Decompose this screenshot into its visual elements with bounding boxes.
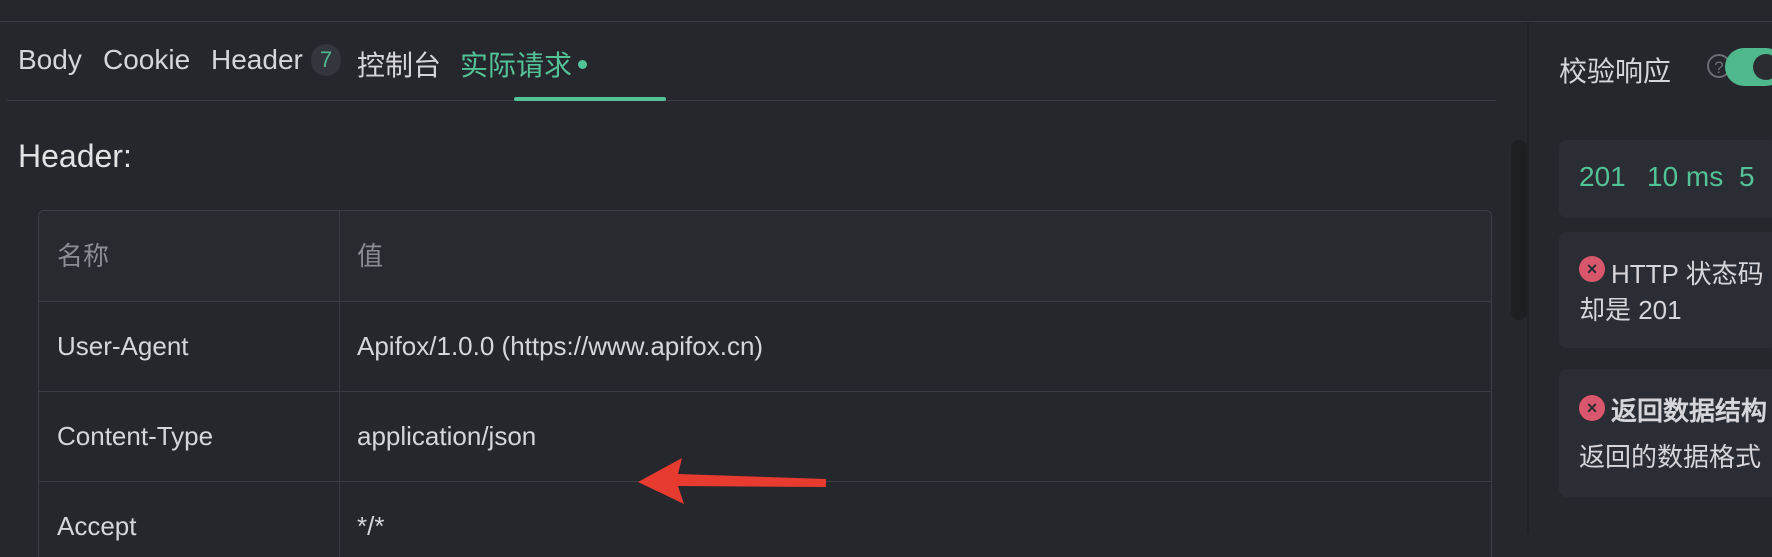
tab-bar: Body Cookie Header 7 控制台 实际请求 [7, 22, 1496, 101]
column-divider [339, 211, 340, 557]
column-header-value: 值 [357, 241, 384, 271]
header-value-cell: */* [357, 511, 385, 541]
column-header-name: 名称 [57, 241, 110, 271]
table-row: User-Agent Apifox/1.0.0 (https://www.api… [39, 301, 1491, 392]
tab-actual-request-label: 实际请求 [460, 50, 573, 81]
validate-response-toggle[interactable] [1725, 48, 1772, 86]
top-bar [0, 0, 1772, 22]
response-size: 5 [1739, 161, 1755, 192]
validate-response-label: 校验响应 [1559, 56, 1672, 87]
tab-console[interactable]: 控制台 [357, 44, 441, 84]
response-stats-card: 201 10 ms 5 [1559, 140, 1772, 218]
validation-panel: 校验响应 ? 201 10 ms 5 × HTTP 状态码 却是 201 × 返… [1529, 22, 1772, 534]
error-title: HTTP 状态码 [1611, 259, 1764, 289]
response-time: 10 ms [1647, 161, 1724, 192]
header-name-cell: Accept [57, 511, 137, 541]
active-dot-icon [578, 60, 588, 69]
header-name-cell: Content-Type [57, 421, 214, 451]
error-title: 返回数据结构 [1611, 396, 1768, 426]
header-value-cell: Apifox/1.0.0 (https://www.apifox.cn) [357, 331, 764, 361]
header-count-badge: 7 [310, 44, 342, 76]
status-code: 201 [1579, 161, 1626, 192]
error-icon: × [1579, 395, 1605, 421]
error-detail: 却是 201 [1579, 295, 1682, 325]
toggle-knob [1753, 54, 1772, 80]
tab-header-label: Header [211, 44, 303, 75]
vertical-scrollbar[interactable] [1511, 140, 1527, 320]
header-section-title: Header: [18, 138, 132, 174]
tab-body[interactable]: Body [18, 44, 82, 76]
tab-actual-request[interactable]: 实际请求 [460, 44, 588, 84]
error-detail: 返回的数据格式 [1579, 442, 1762, 472]
header-name-cell: User-Agent [57, 331, 189, 361]
validation-error-card: × 返回数据结构 返回的数据格式 [1559, 369, 1772, 497]
tab-header[interactable]: Header 7 [211, 44, 342, 76]
header-value-cell: application/json [357, 421, 537, 451]
table-header-row: 名称 值 [39, 211, 1491, 302]
request-detail-panel: Body Cookie Header 7 控制台 实际请求 Header: 名称 … [0, 22, 1527, 557]
validation-error-card: × HTTP 状态码 却是 201 [1559, 232, 1772, 348]
tab-cookie[interactable]: Cookie [103, 44, 190, 76]
active-tab-indicator [514, 97, 666, 101]
error-icon: × [1579, 256, 1605, 282]
annotation-arrow-icon [638, 458, 826, 504]
